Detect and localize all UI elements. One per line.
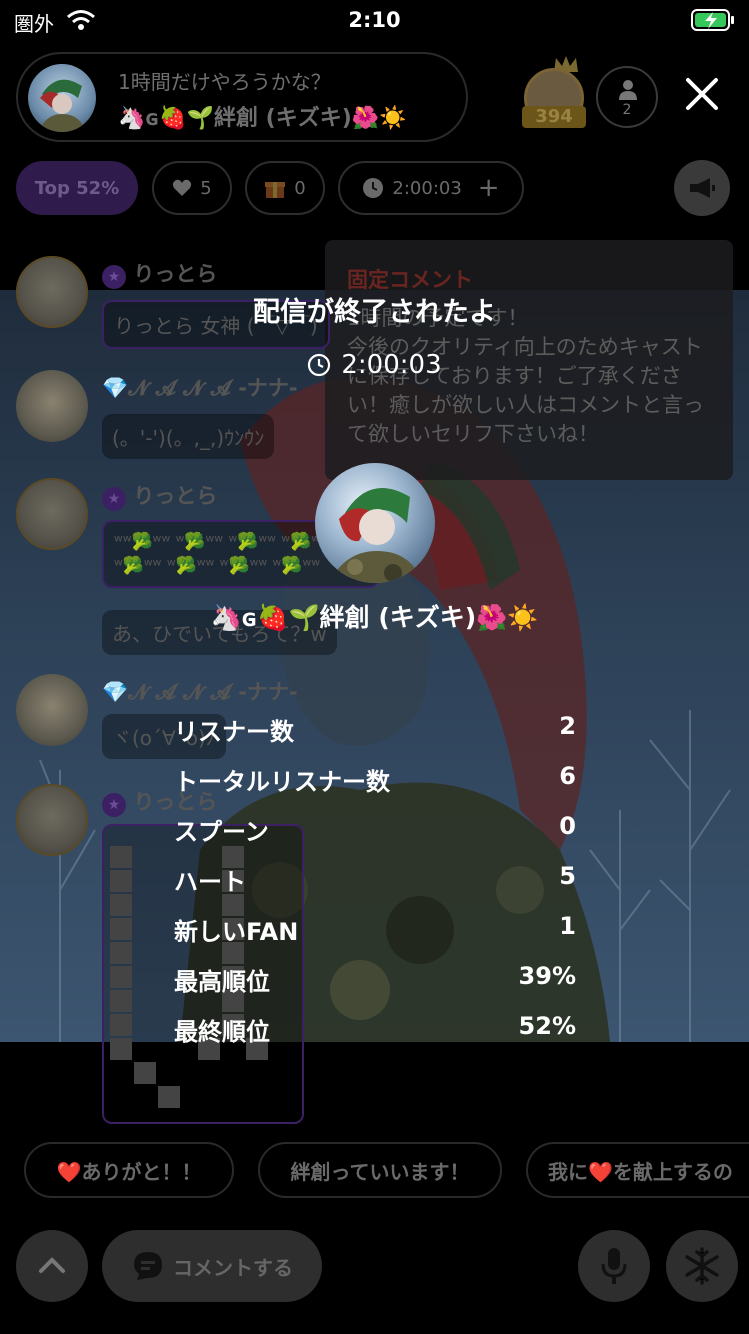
stat-row: リスナー数 2: [174, 712, 576, 752]
snowflake-icon: [685, 1247, 719, 1285]
stream-ended-title: 配信が終了されたよ: [253, 297, 496, 328]
listener-count: 2: [622, 102, 632, 118]
stat-label: ハート: [174, 868, 246, 896]
rank-badge[interactable]: 394: [520, 56, 590, 130]
star-icon: ★: [102, 487, 126, 511]
stat-row: 最終順位 52%: [174, 1012, 576, 1052]
chat-text: (。'-')(。,_,)ｳﾝｳﾝ: [102, 414, 275, 459]
close-icon[interactable]: [682, 74, 722, 114]
host-name: 🦄ɢ🍓🌱絆創 (キズキ)🌺☀️: [118, 106, 407, 131]
heart-icon: [173, 179, 192, 196]
stat-value: 2: [559, 712, 576, 740]
stat-value: 39%: [518, 962, 576, 990]
stat-label: トータルリスナー数: [174, 768, 390, 796]
clock-icon: [363, 178, 384, 198]
stat-label: リスナー数: [174, 718, 294, 746]
timer-value: 2:00:03: [392, 177, 462, 199]
status-bar: 圏外 2:10: [0, 0, 749, 44]
stat-label: スプーン: [174, 818, 269, 846]
quick-reply-chip[interactable]: 絆創っていいます！: [258, 1142, 502, 1198]
avatar[interactable]: [16, 478, 88, 550]
stat-row: 新しいFAN 1: [174, 912, 576, 952]
host-name-large: 🦄ɢ🍓🌱絆創 (キズキ)🌺☀️: [210, 603, 539, 632]
stat-label: 最終順位: [174, 1018, 270, 1046]
host-info-card[interactable]: 1時間だけやろうかな？ 🦄ɢ🍓🌱絆創 (キズキ)🌺☀️: [16, 52, 468, 142]
announcement-button[interactable]: [674, 160, 730, 216]
comment-button[interactable]: コメントする: [102, 1230, 322, 1302]
battery-charging-icon: [691, 9, 734, 31]
status-time: 2:10: [348, 8, 401, 32]
top-rank-pill[interactable]: Top 52%: [16, 161, 138, 215]
microphone-button[interactable]: [578, 1230, 650, 1302]
stat-value: 6: [559, 762, 576, 790]
effects-button[interactable]: [666, 1230, 738, 1302]
clock-icon: [308, 353, 331, 377]
person-icon: [619, 80, 637, 100]
stat-value: 52%: [518, 1012, 576, 1040]
gift-icon: [265, 182, 286, 198]
chat-username: りっとら: [133, 262, 218, 286]
heart-count-pill[interactable]: 5: [152, 161, 232, 215]
top-rank-label: Top 52%: [34, 177, 120, 199]
avatar[interactable]: [16, 674, 88, 746]
star-icon: ★: [102, 793, 126, 817]
stream-duration: 2:00:03: [0, 350, 749, 380]
avatar[interactable]: [16, 370, 88, 442]
stat-value: 0: [559, 812, 576, 840]
stat-row: 最高順位 39%: [174, 962, 576, 1002]
heart-count: 5: [200, 177, 212, 199]
stat-label: 最高順位: [174, 968, 270, 996]
host-avatar-large: [315, 463, 435, 583]
stat-row: トータルリスナー数 6: [174, 762, 576, 802]
stat-row: ハート 5: [174, 862, 576, 902]
chat-bubble-icon: [134, 1252, 162, 1280]
listener-count-button[interactable]: 2: [596, 66, 658, 128]
quick-reply-chip[interactable]: ❤️ありがと！！: [24, 1142, 234, 1198]
stream-title: 1時間だけやろうかな？: [118, 70, 331, 94]
stat-row: スプーン 0: [174, 812, 576, 852]
stream-duration-value: 2:00:03: [341, 350, 442, 380]
gift-count-pill[interactable]: 0: [245, 161, 325, 215]
microphone-icon: [601, 1248, 627, 1284]
chat-username: りっとら: [133, 484, 218, 508]
stat-label: 新しいFAN: [174, 918, 299, 946]
quick-reply-chip[interactable]: 我に❤️を献上するの: [526, 1142, 749, 1198]
rank-value: 394: [522, 106, 586, 128]
expand-button[interactable]: [16, 1230, 88, 1302]
stat-value: 5: [559, 862, 576, 890]
comment-button-label: コメントする: [173, 1255, 293, 1280]
host-avatar[interactable]: [28, 64, 96, 132]
add-time-icon[interactable]: +: [478, 173, 500, 203]
timer-pill[interactable]: 2:00:03 +: [338, 161, 524, 215]
megaphone-icon: [690, 178, 715, 198]
star-icon: ★: [102, 265, 126, 289]
gift-count: 0: [294, 177, 306, 199]
chat-username: 💎𝓝 𝓐 𝓝 𝓐 -ナナ-: [102, 680, 298, 704]
chevron-up-icon: [39, 1257, 65, 1273]
avatar[interactable]: [16, 784, 88, 856]
stat-value: 1: [559, 912, 576, 940]
